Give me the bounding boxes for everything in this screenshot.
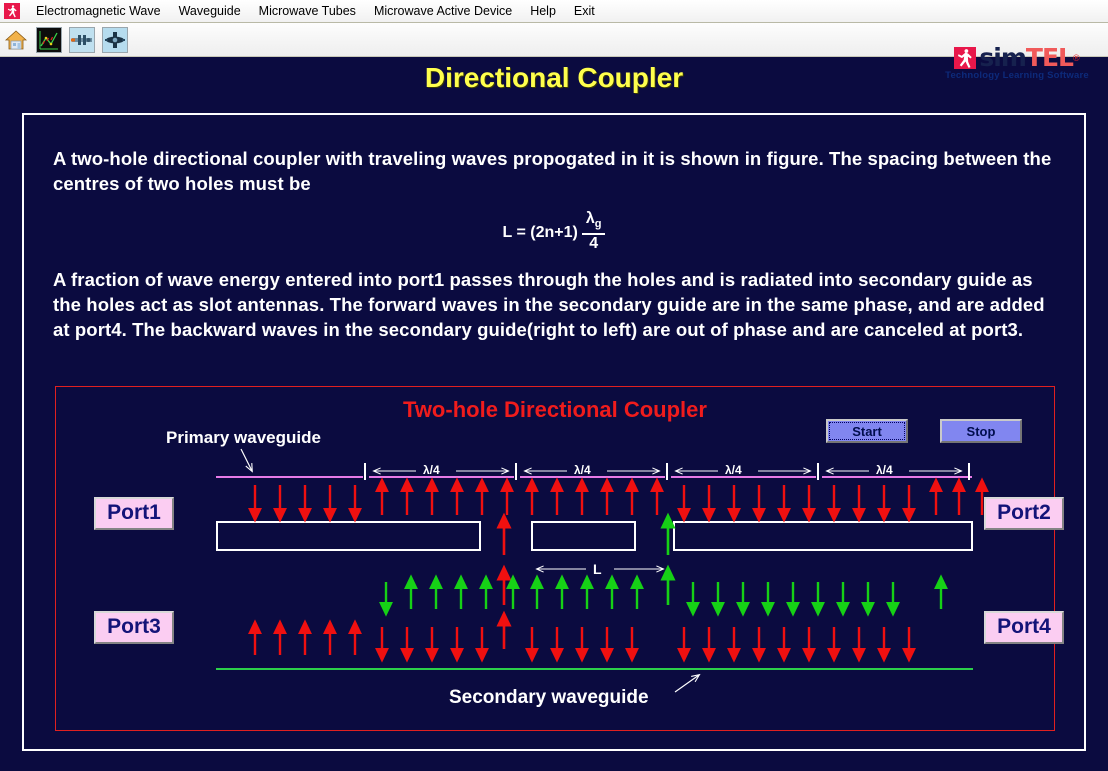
quarter-wave-label-3: λ/4 — [876, 463, 893, 477]
menu-item-waveguide[interactable]: Waveguide — [170, 2, 250, 20]
stop-button[interactable]: Stop — [940, 419, 1022, 443]
menu-item-electromagnetic-wave[interactable]: Electromagnetic Wave — [27, 2, 170, 20]
wall-left — [216, 521, 481, 551]
port4-label: Port4 — [984, 611, 1064, 644]
wall-right — [673, 521, 973, 551]
content-panel: A two-hole directional coupler with trav… — [22, 113, 1086, 751]
figure-container: Two-hole Directional Coupler Start Stop … — [55, 386, 1064, 731]
home-button[interactable] — [3, 27, 29, 53]
home-icon — [4, 30, 28, 50]
formula-denominator: 4 — [589, 235, 599, 253]
primary-line-seg-0 — [216, 476, 363, 478]
tube-button[interactable] — [102, 27, 128, 53]
simtel-mark-icon — [3, 2, 23, 20]
secondary-waveguide-label: Secondary waveguide — [449, 687, 649, 708]
start-button[interactable]: Start — [826, 419, 908, 443]
waveguide-button[interactable] — [69, 27, 95, 53]
waveform-chart-icon — [37, 28, 61, 52]
menu-item-exit[interactable]: Exit — [565, 2, 604, 20]
quarter-tick-0 — [364, 463, 366, 480]
primary-line-seg-4 — [822, 476, 972, 478]
page-title: Directional Coupler — [424, 62, 684, 93]
microwave-tube-icon — [103, 28, 127, 52]
description-paragraph: A fraction of wave energy entered into p… — [53, 269, 1045, 340]
quarter-tick-2 — [666, 463, 668, 480]
port3-label: Port3 — [94, 611, 174, 644]
primary-line-seg-1 — [369, 476, 514, 478]
quarter-wave-label-0: λ/4 — [423, 463, 440, 477]
formula-lhs: L = (2n+1) — [502, 223, 578, 241]
spacing-label-L: L — [593, 561, 602, 577]
port1-label: Port1 — [94, 497, 174, 530]
wall-middle — [531, 521, 636, 551]
quarter-tick-4 — [968, 463, 970, 480]
runner-glyph-icon — [7, 5, 17, 18]
menu-item-help[interactable]: Help — [521, 2, 565, 20]
toolbar: sim TEL ® Technology Learning Software — [0, 23, 1108, 81]
waveguide-device-icon — [70, 28, 94, 52]
chart-button[interactable] — [36, 27, 62, 53]
menu-bar: Electromagnetic Wave Waveguide Microwave… — [0, 0, 1108, 23]
secondary-waveguide-line — [216, 668, 973, 670]
primary-waveguide-label: Primary waveguide — [166, 428, 321, 447]
application-window: Electromagnetic Wave Waveguide Microwave… — [0, 0, 1108, 771]
quarter-tick-3 — [817, 463, 819, 480]
quarter-wave-label-2: λ/4 — [725, 463, 742, 477]
primary-line-seg-2 — [520, 476, 665, 478]
quarter-tick-1 — [515, 463, 517, 480]
primary-line-seg-3 — [671, 476, 816, 478]
menu-item-microwave-active-device[interactable]: Microwave Active Device — [365, 2, 521, 20]
intro-paragraph: A two-hole directional coupler with trav… — [53, 148, 1052, 194]
port2-label: Port2 — [984, 497, 1064, 530]
menu-item-microwave-tubes[interactable]: Microwave Tubes — [250, 2, 365, 20]
formula-numerator: λg — [581, 210, 606, 236]
spacing-formula: L = (2n+1) λg 4 — [24, 210, 1084, 253]
formula-fraction: λg 4 — [581, 210, 606, 253]
quarter-wave-label-1: λ/4 — [574, 463, 591, 477]
